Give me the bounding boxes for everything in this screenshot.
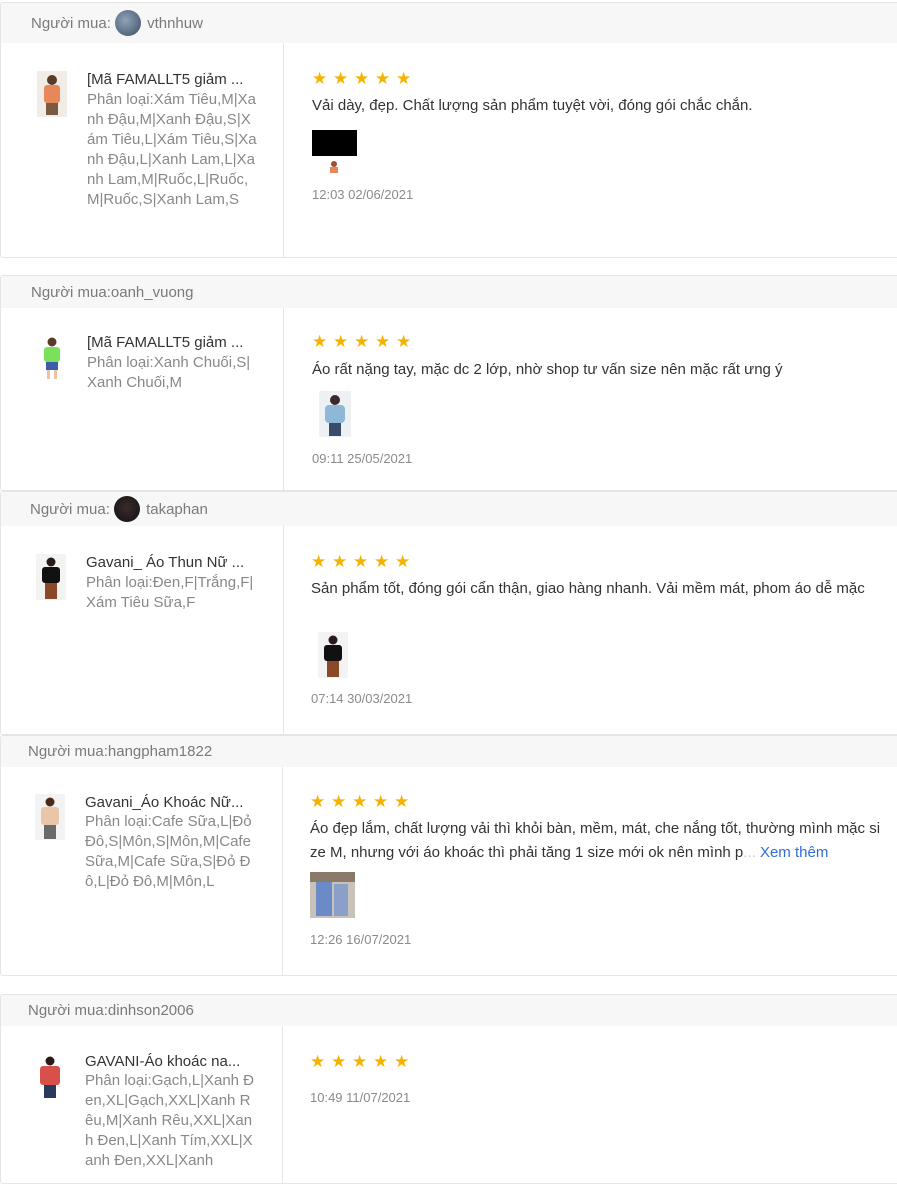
product-thumbnail[interactable] — [37, 334, 67, 380]
rating-stars: ★ ★ ★ ★ ★ — [310, 1052, 410, 1071]
review-header: Người mua: dinhson2006 — [1, 995, 897, 1026]
product-name[interactable]: Gavani_ Áo Thun Nữ ... — [86, 554, 254, 571]
column-divider — [282, 1026, 283, 1183]
star-icon: ★ — [353, 552, 369, 571]
star-icon: ★ — [310, 1052, 326, 1071]
review-image[interactable] — [318, 632, 348, 683]
star-icon: ★ — [311, 552, 327, 571]
star-icon: ★ — [375, 332, 391, 351]
product-thumbnail[interactable] — [36, 554, 66, 600]
buyer-username[interactable]: oanh_vuong — [111, 284, 194, 301]
review-image[interactable] — [312, 130, 357, 179]
review-date: 12:03 02/06/2021 — [312, 187, 414, 202]
buyer-label: Người mua: — [28, 743, 108, 760]
product-name[interactable]: Gavani_Áo Khoác Nữ... — [85, 794, 253, 811]
star-icon: ★ — [352, 792, 368, 811]
review-header: Người mua: oanh_vuong — [1, 276, 897, 308]
review-text: Sản phẩm tốt, đóng gói cẩn thận, giao hà… — [311, 580, 865, 597]
product-name[interactable]: [Mã FAMALLT5 giảm ... — [87, 71, 255, 88]
review-text: Áo đẹp lắm, chất lượng vải thì khỏi bàn,… — [310, 817, 882, 865]
product-name[interactable]: [Mã FAMALLT5 giảm ... — [87, 334, 255, 351]
review-card: Người mua: hangpham1822 Gavani_Áo Khoác … — [0, 735, 897, 976]
star-icon: ★ — [333, 332, 349, 351]
review-date: 10:49 11/07/2021 — [310, 1090, 411, 1105]
product-thumbnail[interactable] — [35, 1053, 65, 1099]
star-icon: ★ — [373, 792, 389, 811]
star-icon: ★ — [396, 332, 412, 351]
star-icon: ★ — [394, 1052, 410, 1071]
buyer-label: Người mua: — [31, 14, 116, 32]
review-date: 07:14 30/03/2021 — [311, 691, 413, 706]
review-card: Người mua: takaphan Gavani_ Áo Thun Nữ .… — [0, 491, 897, 735]
column-divider — [283, 308, 284, 490]
product-variant: Phân loại:Cafe Sữa,L|Đỏ Đô,S|Môn,S|Môn,M… — [85, 813, 252, 890]
avatar[interactable] — [114, 496, 141, 522]
product-variant: Phân loại:Xám Tiêu,M|Xanh Đậu,M|Xanh Đậu… — [87, 91, 257, 208]
star-icon: ★ — [331, 792, 347, 811]
review-header: Người mua: hangpham1822 — [1, 736, 897, 767]
review-card: Người mua: vthnhuw [Mã FAMALLT5 giảm ...… — [0, 2, 897, 258]
rating-stars: ★ ★ ★ ★ ★ — [312, 332, 412, 351]
review-image[interactable] — [310, 872, 355, 923]
ellipsis: ... — [743, 844, 760, 861]
see-more-link[interactable]: Xem thêm — [760, 844, 828, 861]
star-icon: ★ — [394, 792, 410, 811]
review-text: Áo rất nặng tay, mặc dc 2 lớp, nhờ shop … — [312, 361, 783, 378]
column-divider — [283, 43, 284, 257]
star-icon: ★ — [331, 1052, 347, 1071]
product-thumbnail[interactable] — [37, 71, 67, 117]
rating-stars: ★ ★ ★ ★ ★ — [312, 69, 412, 88]
review-card: Người mua: oanh_vuong [Mã FAMALLT5 giảm … — [0, 275, 897, 491]
buyer-label: Người mua: — [31, 283, 111, 301]
rating-stars: ★ ★ ★ ★ ★ — [311, 552, 411, 571]
review-date: 09:11 25/05/2021 — [312, 451, 413, 466]
star-icon: ★ — [375, 69, 391, 88]
star-icon: ★ — [332, 552, 348, 571]
review-header: Người mua: vthnhuw — [1, 3, 897, 43]
star-icon: ★ — [374, 552, 390, 571]
review-header: Người mua: takaphan — [1, 492, 897, 526]
product-variant: Phân loại:Gạch,L|Xanh Đen,XL|Gạch,XXL|Xa… — [85, 1072, 255, 1169]
star-icon: ★ — [395, 552, 411, 571]
column-divider — [282, 767, 283, 975]
star-icon: ★ — [310, 792, 326, 811]
column-divider — [283, 526, 284, 734]
star-icon: ★ — [373, 1052, 389, 1071]
product-variant: Phân loại:Đen,F|Trắng,F|Xám Tiêu Sữa,F — [86, 574, 254, 611]
star-icon: ★ — [354, 332, 370, 351]
review-card: Người mua: dinhson2006 GAVANI-Áo khoác n… — [0, 994, 897, 1184]
review-image[interactable] — [319, 391, 351, 442]
star-icon: ★ — [352, 1052, 368, 1071]
product-thumbnail[interactable] — [35, 794, 65, 840]
star-icon: ★ — [312, 332, 328, 351]
star-icon: ★ — [396, 69, 412, 88]
star-icon: ★ — [333, 69, 349, 88]
product-variant: Phân loại:Xanh Chuối,S|Xanh Chuối,M — [87, 354, 251, 391]
buyer-username[interactable]: vthnhuw — [147, 15, 203, 32]
buyer-username[interactable]: dinhson2006 — [108, 1002, 194, 1019]
star-icon: ★ — [354, 69, 370, 88]
buyer-label: Người mua: — [28, 1002, 108, 1019]
buyer-username[interactable]: hangpham1822 — [108, 743, 212, 760]
avatar[interactable] — [115, 10, 142, 36]
rating-stars: ★ ★ ★ ★ ★ — [310, 792, 410, 811]
review-text: Vải dày, đẹp. Chất lượng sản phẩm tuyệt … — [312, 97, 753, 114]
star-icon: ★ — [312, 69, 328, 88]
review-date: 12:26 16/07/2021 — [310, 932, 412, 947]
buyer-label: Người mua: — [30, 500, 115, 518]
buyer-username[interactable]: takaphan — [146, 501, 208, 518]
product-name[interactable]: GAVANI-Áo khoác na... — [85, 1053, 253, 1070]
